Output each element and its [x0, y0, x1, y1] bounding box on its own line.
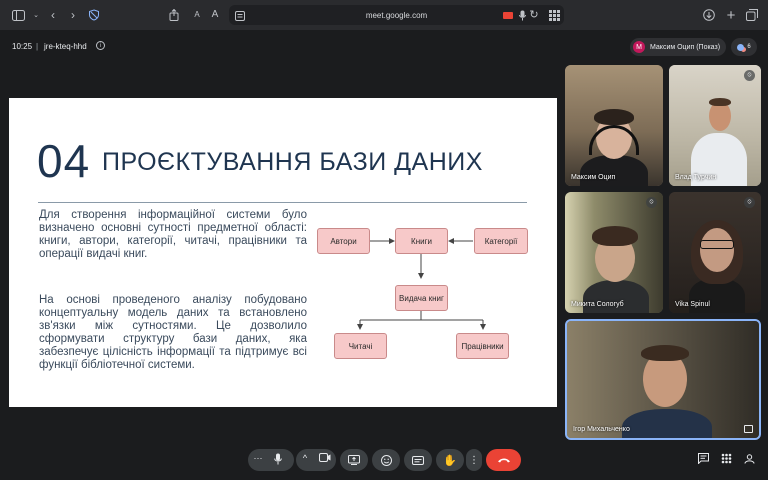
person-hair [641, 345, 689, 361]
more-audio-options-icon[interactable]: ··· [251, 453, 265, 463]
hand-icon: ✋ [443, 454, 457, 467]
more-vert-icon: ⋮ [469, 454, 479, 466]
person-hair [709, 98, 731, 106]
more-options-button[interactable]: ⋮ [466, 449, 482, 471]
participant-name: Максим Оцип [571, 174, 616, 181]
text-smaller-button[interactable]: A [190, 7, 204, 23]
chat-icon[interactable] [696, 453, 710, 467]
reload-icon[interactable]: ↻ [527, 7, 541, 23]
node-readers: Читачі [334, 333, 387, 359]
person-body [583, 280, 649, 313]
presenter-chip[interactable]: M Максим Оцип (Показ) [630, 38, 726, 56]
node-books: Книги [395, 228, 448, 254]
participant-name: Vika Spinul [675, 301, 710, 308]
slide-number: 04 [37, 135, 91, 187]
new-tab-icon[interactable]: + [724, 7, 738, 23]
slide-paragraph-2: На основі проведеного аналізу побудовано… [39, 294, 307, 371]
camera-recording-icon[interactable] [503, 12, 513, 19]
node-book-issue: Видача книг [395, 285, 448, 311]
video-tile-4[interactable]: ⦸ Vika Spinul [669, 192, 761, 313]
reactions-button[interactable] [372, 449, 400, 471]
emoji-icon [380, 454, 392, 466]
header-separator: | [36, 42, 39, 51]
raise-hand-button[interactable]: ✋ [436, 449, 464, 471]
video-tile-2[interactable]: ⦸ Влад Турчин [669, 65, 761, 186]
share-icon[interactable] [167, 7, 181, 23]
download-icon[interactable] [702, 7, 716, 23]
mic-off-icon: ⦸ [646, 197, 657, 208]
chevron-down-icon[interactable]: ⌄ [29, 7, 43, 23]
participants-chip[interactable]: 6 [731, 38, 757, 56]
sidebar-toggle-icon[interactable] [11, 7, 25, 23]
tab-overview-icon[interactable] [745, 7, 759, 23]
present-icon [348, 455, 360, 465]
camera-button[interactable] [318, 453, 332, 465]
host-controls-icon[interactable] [742, 453, 756, 467]
slide-divider [38, 202, 527, 203]
presenter-avatar: M [633, 41, 645, 53]
pip-icon[interactable] [744, 425, 753, 433]
forward-icon[interactable]: › [66, 7, 80, 23]
mic-off-icon: ⦸ [744, 197, 755, 208]
slide-paragraph-1: Для створення інформаційної системи було… [39, 209, 307, 260]
captions-button[interactable] [404, 449, 432, 471]
extensions-grid-icon[interactable] [547, 7, 561, 23]
mic-off-icon: ⦸ [744, 70, 755, 81]
person-hair [594, 109, 634, 125]
node-staff: Працівники [456, 333, 509, 359]
participant-name: Микита Сологуб [571, 301, 624, 308]
phone-hangup-icon [497, 458, 510, 463]
person-hair [592, 226, 638, 246]
url-text: meet.google.com [365, 10, 428, 20]
participant-count: 6 [747, 44, 751, 50]
participant-name: Влад Турчин [675, 174, 717, 181]
glasses-icon [700, 240, 734, 249]
captions-icon [412, 455, 424, 465]
node-categories: Категорії [474, 228, 528, 254]
text-larger-button[interactable]: A [208, 7, 222, 23]
activities-icon[interactable] [719, 453, 733, 467]
end-call-button[interactable] [486, 449, 521, 471]
node-authors: Автори [317, 228, 370, 254]
person-body [622, 409, 712, 438]
people-icon [737, 43, 745, 51]
back-icon[interactable]: ‹ [46, 7, 60, 23]
meeting-time: 10:25 [12, 42, 33, 51]
video-tile-3[interactable]: ⦸ Микита Сологуб [565, 192, 663, 313]
chevron-up-icon[interactable]: ^ [298, 453, 312, 463]
browser-toolbar: ⌄ ‹ › A A meet.google.com ↻ + [0, 0, 768, 30]
participant-name: Ігор Михальченко [573, 426, 630, 433]
er-diagram: Автори Книги Категорії Видача книг Читач… [309, 218, 549, 378]
presenter-label: Максим Оцип (Показ) [650, 43, 721, 51]
video-tile-5[interactable]: Ігор Михальченко [565, 319, 761, 440]
slide-title: ПРОЄКТУВАННЯ БАЗИ ДАНИХ [102, 148, 483, 176]
meeting-info-icon[interactable]: i [96, 41, 105, 50]
present-screen-button[interactable] [340, 449, 368, 471]
person-face [700, 228, 734, 272]
address-bar[interactable]: meet.google.com [229, 5, 564, 25]
person-body [580, 155, 648, 186]
presentation-slide: 04 ПРОЄКТУВАННЯ БАЗИ ДАНИХ Для створення… [9, 98, 557, 407]
microphone-button[interactable] [271, 453, 285, 468]
reader-icon[interactable] [233, 8, 247, 24]
video-tile-1[interactable]: Максим Оцип [565, 65, 663, 186]
meeting-code: jre-kteq-hhd [44, 42, 87, 51]
shield-icon[interactable] [87, 7, 101, 23]
